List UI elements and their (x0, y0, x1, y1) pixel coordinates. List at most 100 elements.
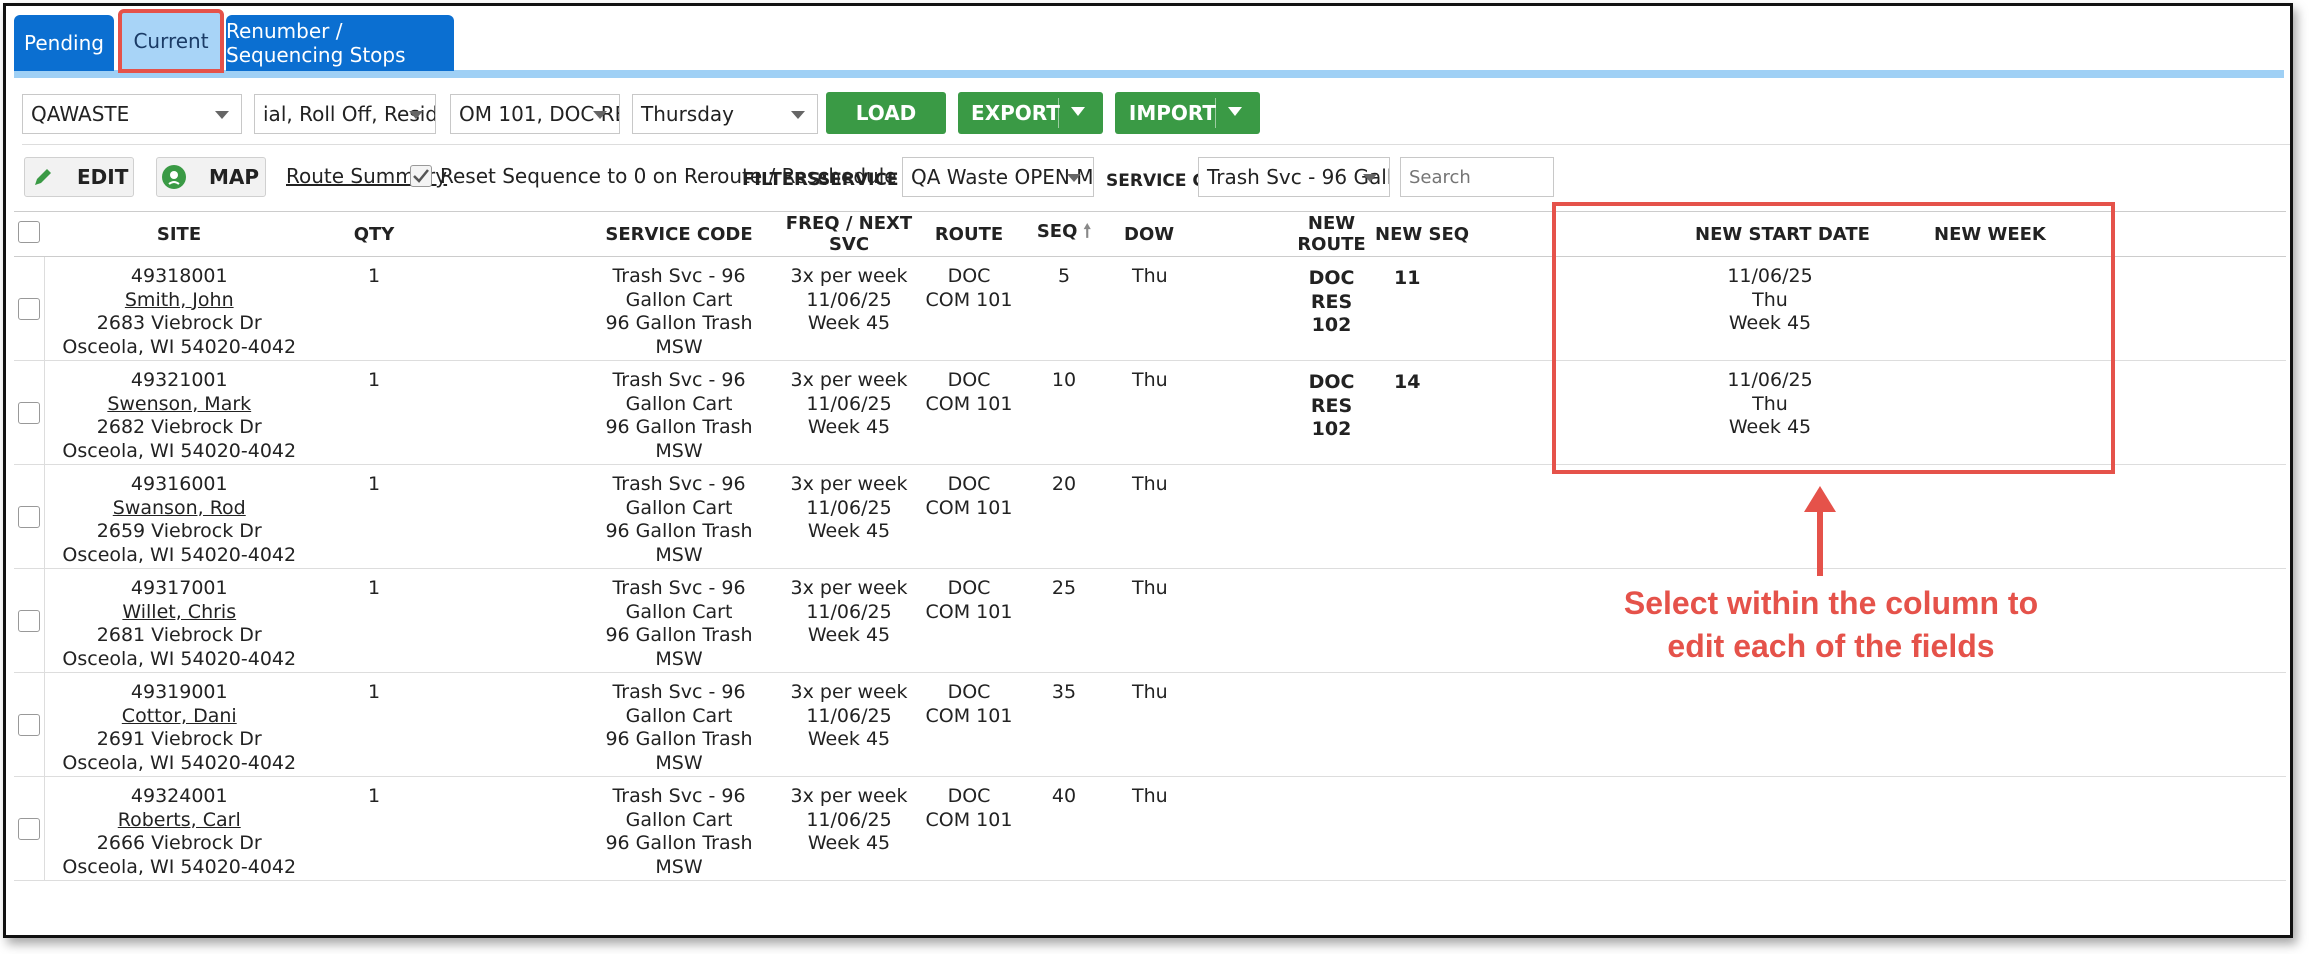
day-select[interactable]: Thursday (632, 94, 818, 134)
new-seq-cell[interactable] (1374, 672, 1694, 777)
import-button[interactable]: IMPORT (1115, 92, 1260, 134)
qty-cell: 1 (314, 776, 434, 881)
new-start-date-cell[interactable] (1694, 464, 1884, 569)
map-button[interactable]: MAP (156, 157, 266, 197)
spacer-cell (434, 256, 584, 361)
row-select-cell (14, 464, 45, 569)
customer-name-link[interactable]: Cottor, Dani (46, 705, 314, 729)
new-route-cell[interactable] (1289, 568, 1374, 673)
customer-name-link[interactable]: Swanson, Rod (46, 497, 314, 521)
service-container: 96 Gallon Trash (605, 520, 753, 542)
row-checkbox[interactable] (17, 401, 40, 424)
col-service-code[interactable]: SERVICE CODE (584, 211, 774, 257)
new-route-cell[interactable]: DOC RES 102 (1289, 360, 1374, 465)
col-seq[interactable]: SEQ 🠕 (1014, 211, 1114, 257)
reset-sequence-checkbox[interactable] (410, 165, 432, 187)
table-row[interactable]: 49324001 Roberts, Carl 2666 Viebrock Dr Osc… (14, 776, 2286, 881)
table-row[interactable]: 49316001 Swanson, Rod 2659 Viebrock Dr Osce… (14, 464, 2286, 569)
customer-name-link[interactable]: Willet, Chris (46, 601, 314, 625)
map-pin-icon (162, 165, 186, 189)
load-button[interactable]: LOAD (826, 92, 946, 134)
col-freq[interactable]: FREQ / NEXT SVC (774, 211, 924, 257)
tab-pending[interactable]: Pending (14, 15, 114, 71)
new-route-cell[interactable] (1289, 776, 1374, 881)
seq-cell: 40 (1014, 776, 1114, 881)
customer-name-link[interactable]: Swenson, Mark (46, 393, 314, 417)
customer-name-link[interactable]: Smith, John (46, 289, 314, 313)
import-label: IMPORT (1128, 101, 1217, 125)
customer-name-link[interactable]: Roberts, Carl (46, 809, 314, 833)
next-service-date: 11/06/25 (806, 600, 892, 623)
row-select-cell (14, 568, 45, 673)
new-route-cell[interactable] (1289, 464, 1374, 569)
map-label: MAP (209, 165, 260, 189)
dow-cell: Thu (1114, 568, 1289, 673)
dow-cell: Thu (1114, 464, 1289, 569)
new-week-cell[interactable] (1884, 776, 2286, 881)
dow-cell: Thu (1114, 256, 1289, 361)
route-select[interactable]: OM 101, DOC RES 102 (450, 94, 620, 134)
pencil-icon (35, 169, 51, 185)
service-code-select[interactable]: Trash Svc - 96 Gallon Car (1198, 157, 1390, 197)
service-code-cell: Trash Svc - 96 Gallon Cart 96 Gallon Tras… (584, 464, 774, 569)
frequency: 3x per week (790, 577, 908, 599)
new-route-cell[interactable]: DOC RES 102 (1289, 256, 1374, 361)
next-service-date: 11/06/25 (806, 704, 892, 727)
dow-cell: Thu (1114, 360, 1289, 465)
tab-current[interactable]: Current (118, 9, 224, 73)
tab-renumber[interactable]: Renumber / Sequencing Stops (226, 15, 454, 71)
col-new-route[interactable]: NEW ROUTE (1289, 211, 1374, 257)
new-route-cell[interactable] (1289, 672, 1374, 777)
category-select[interactable]: ial, Roll Off, Residential (254, 94, 436, 134)
edit-button[interactable]: EDIT (24, 157, 134, 197)
freq-cell: 3x per week 11/06/25 Week 45 (774, 464, 924, 569)
new-start-date-cell[interactable] (1694, 776, 1884, 881)
chevron-down-icon (215, 111, 229, 119)
seq-cell: 25 (1014, 568, 1114, 673)
next-service-date: 11/06/25 (806, 808, 892, 831)
next-service-date: 11/06/25 (806, 288, 892, 311)
new-seq-cell[interactable] (1374, 464, 1694, 569)
service-code: Trash Svc - 96 Gallon Cart (612, 785, 746, 831)
next-service-date: 11/06/25 (806, 392, 892, 415)
chevron-down-icon (593, 111, 607, 119)
sort-up-icon[interactable]: 🠕 (1083, 221, 1091, 242)
service-code: Trash Svc - 96 Gallon Cart (612, 577, 746, 623)
qty-cell: 1 (314, 568, 434, 673)
site-cell: 49316001 Swanson, Rod 2659 Viebrock Dr Osce… (44, 464, 314, 569)
company-select[interactable]: QAWASTE (22, 94, 242, 134)
search-input[interactable] (1400, 157, 1554, 197)
site-cell: 49318001 Smith, John 2683 Viebrock Dr Osceo… (44, 256, 314, 361)
new-week-cell[interactable] (1884, 672, 2286, 777)
seq-cell: 35 (1014, 672, 1114, 777)
seq-cell: 20 (1014, 464, 1114, 569)
col-qty[interactable]: QTY (314, 211, 434, 257)
site-address: 2659 Viebrock Dr (96, 520, 262, 542)
col-dow[interactable]: DOW (1114, 211, 1289, 257)
row-checkbox[interactable] (17, 609, 40, 632)
row-checkbox[interactable] (17, 817, 40, 840)
row-checkbox[interactable] (17, 505, 40, 528)
service-region-select[interactable]: QA Waste OPEN MARKE (902, 157, 1094, 197)
col-route[interactable]: ROUTE (924, 211, 1014, 257)
next-service-week: Week 45 (807, 312, 891, 334)
export-button[interactable]: EXPORT (958, 92, 1103, 134)
new-start-date-cell[interactable] (1694, 672, 1884, 777)
qty-cell: 1 (314, 256, 434, 361)
service-container: 96 Gallon Trash (605, 728, 753, 750)
caret-down-icon[interactable] (1071, 107, 1085, 116)
col-site[interactable]: SITE (44, 211, 314, 257)
chevron-down-icon (791, 111, 805, 119)
table-row[interactable]: 49319001 Cottor, Dani 2691 Viebrock Dr Osce… (14, 672, 2286, 777)
new-week-cell[interactable] (1884, 464, 2286, 569)
new-seq-cell[interactable] (1374, 776, 1694, 881)
caret-down-icon[interactable] (1228, 107, 1242, 116)
row-checkbox[interactable] (17, 713, 40, 736)
site-city: Osceola, WI 54020-4042 (62, 543, 297, 566)
select-all-checkbox[interactable] (18, 220, 40, 243)
action-toolbar: EDIT MAP Route Summary Reset Sequence to… (22, 144, 2290, 207)
service-container: 96 Gallon Trash (605, 832, 753, 854)
row-checkbox[interactable] (17, 297, 40, 320)
freq-cell: 3x per week 11/06/25 Week 45 (774, 776, 924, 881)
service-code-cell: Trash Svc - 96 Gallon Cart 96 Gallon Tras… (584, 360, 774, 465)
